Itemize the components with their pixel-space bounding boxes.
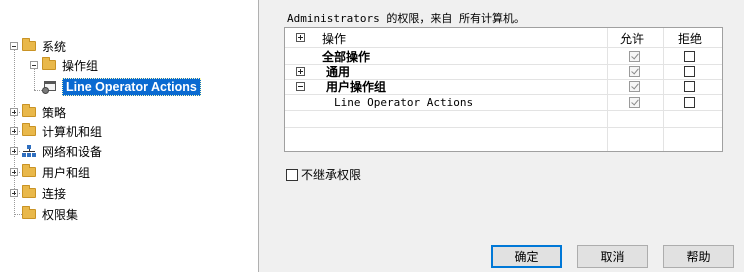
expand-icon[interactable] [10,189,18,197]
tree-item-label: 计算机和组 [42,124,103,139]
tree-item-users-and-groups[interactable]: 用户和组 [10,163,90,181]
tree-item-line-operator-actions[interactable]: Line Operator Actions [42,78,201,96]
allow-checkbox[interactable] [629,81,640,92]
folder-icon [22,38,36,51]
allow-checkbox[interactable] [629,97,640,108]
column-header-deny[interactable]: 拒绝 [678,30,702,47]
folder-icon [22,185,36,198]
tree-item-operation-groups[interactable]: 操作组 [30,56,98,74]
tree-item-label: 操作组 [62,58,99,73]
tree-item-label: Line Operator Actions [62,78,201,96]
collapse-icon[interactable] [296,82,305,91]
folder-icon [22,206,36,219]
tree-item-system[interactable]: 系统 [10,37,66,55]
tree-item-computers-and-groups[interactable]: 计算机和组 [10,122,102,140]
collapse-icon[interactable] [30,61,38,69]
permissions-grid: 操作 允许 拒绝 全部操作 通用 用户操作组 Line Operator Act… [284,27,723,152]
tree-item-label: 网络和设备 [42,144,103,159]
checkbox[interactable] [286,168,298,181]
expand-all-icon[interactable] [296,33,305,42]
tree-item-label: 连接 [42,186,67,201]
deny-checkbox[interactable] [684,66,695,77]
permission-row-label: 通用 [326,65,351,79]
tree-item-label: 策略 [42,105,67,120]
expand-icon[interactable] [10,127,18,135]
allow-checkbox[interactable] [629,51,640,62]
tree-item-network-and-devices[interactable]: 网络和设备 [10,142,102,160]
tree-item-connections[interactable]: 连接 [10,184,66,202]
tree-item-policy[interactable]: 策略 [10,103,66,121]
permission-row-label: 全部操作 [322,49,371,64]
deny-checkbox[interactable] [684,51,695,62]
tree-item-label: 权限集 [42,207,79,222]
expand-icon[interactable] [296,67,305,76]
network-icon [22,145,36,157]
do-not-inherit-checkbox[interactable]: 不继承权限 [286,166,361,183]
folder-icon [42,57,56,70]
collapse-icon[interactable] [10,42,18,50]
allow-checkbox[interactable] [629,66,640,77]
tree-item-label: 系统 [42,39,67,54]
folder-icon [22,123,36,136]
expand-icon[interactable] [10,168,18,176]
tree-item-label: 用户和组 [42,165,91,180]
column-header-allow[interactable]: 允许 [620,30,644,47]
column-header-operation[interactable]: 操作 [322,30,346,47]
folder-icon [22,104,36,117]
permissions-title: Administrators 的权限，来自 所有计算机。 [287,12,525,25]
tree-item-permission-sets[interactable]: 权限集 [22,205,78,223]
expand-icon[interactable] [10,147,18,155]
deny-checkbox[interactable] [684,97,695,108]
help-button[interactable]: 帮助 [663,245,734,268]
permission-row-label: Line Operator Actions [334,95,474,109]
deny-checkbox[interactable] [684,81,695,92]
permission-row-label: 用户操作组 [326,80,387,94]
ok-button[interactable]: 确定 [491,245,562,268]
navigation-tree: 系统 操作组 Line Operator Actions 策略 计算机和组 网络… [0,0,258,272]
expand-icon[interactable] [10,108,18,116]
do-not-inherit-label: 不继承权限 [301,168,362,182]
task-window-icon [42,80,58,94]
folder-icon [22,164,36,177]
cancel-button[interactable]: 取消 [577,245,648,268]
